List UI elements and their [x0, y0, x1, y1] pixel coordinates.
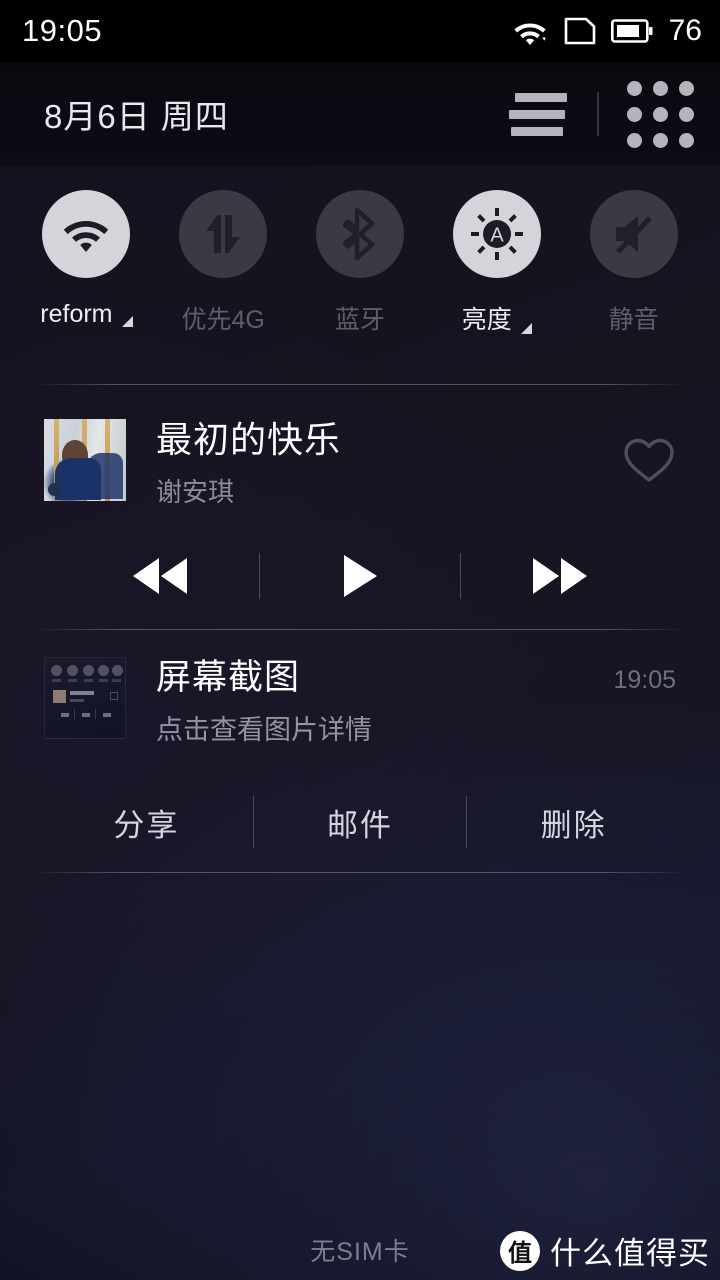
toggle-bluetooth[interactable]: 蓝牙	[300, 190, 420, 336]
status-bar-clock: 19:05	[22, 13, 103, 48]
song-title: 最初的快乐	[156, 419, 342, 460]
status-bar: 19:05 76	[0, 0, 720, 62]
toggle-mobile-data-label: 优先4G	[181, 306, 265, 334]
toggle-bluetooth-label: 蓝牙	[334, 306, 385, 334]
toggle-brightness-label: 亮度	[462, 300, 532, 336]
header-actions	[509, 80, 694, 148]
bluetooth-icon	[315, 190, 404, 278]
mail-action[interactable]: 邮件	[254, 800, 467, 845]
toggle-wifi-label: reform	[40, 300, 133, 329]
song-artist: 谢安琪	[156, 477, 235, 507]
toggle-brightness[interactable]: A 亮度	[437, 190, 557, 336]
previous-button[interactable]	[60, 554, 259, 598]
chevron-expand-icon[interactable]	[520, 323, 532, 334]
battery-icon	[610, 19, 653, 43]
notification-title: 屏幕截图	[156, 658, 301, 697]
status-bar-icons: 76	[511, 14, 702, 48]
toggle-wifi[interactable]: reform	[26, 190, 146, 329]
fast-forward-icon	[533, 558, 588, 594]
share-action[interactable]: 分享	[40, 800, 253, 845]
mute-speaker-icon	[589, 190, 678, 278]
shade-header: 8月6日 周四	[0, 62, 720, 166]
notification-time: 19:05	[613, 666, 676, 694]
watermark-badge: 值	[500, 1230, 540, 1271]
brightness-auto-icon: A	[452, 190, 541, 278]
divider-actions-bottom	[40, 872, 680, 873]
play-icon	[343, 555, 377, 597]
album-art	[44, 419, 126, 501]
quick-settings-toggles: reform 优先4G 蓝牙 A 亮度 静音	[0, 190, 720, 370]
list-lines-icon[interactable]	[509, 91, 569, 137]
notification-actions: 分享 邮件 删除	[0, 780, 720, 864]
screenshot-notification[interactable]: 屏幕截图 点击查看图片详情 19:05	[0, 650, 720, 746]
toggle-mute-label: 静音	[608, 306, 659, 334]
next-button[interactable]	[461, 554, 660, 598]
chevron-expand-icon[interactable]	[121, 316, 133, 327]
battery-percent: 76	[668, 14, 702, 47]
watermark: 值 什么值得买	[500, 1228, 710, 1273]
wifi-icon	[42, 190, 131, 278]
header-divider	[597, 92, 599, 136]
music-text: 最初的快乐 谢安琪	[156, 411, 622, 509]
date-label: 8月6日 周四	[44, 98, 229, 135]
divider-toggles-music	[40, 384, 680, 385]
music-controls	[0, 535, 720, 617]
notification-shade: 19:05 76 8月6日 周四 reform 优先4G 蓝牙 A 亮度 静音 …	[0, 0, 720, 1280]
wifi-download-icon	[514, 23, 546, 45]
divider-music-screenshot	[40, 629, 680, 630]
svg-text:A: A	[490, 225, 504, 247]
data-arrows-icon	[179, 190, 268, 278]
watermark-text: 什么值得买	[550, 1236, 710, 1271]
music-notification[interactable]: 最初的快乐 谢安琪	[0, 405, 720, 515]
play-button[interactable]	[260, 552, 459, 600]
screenshot-text: 屏幕截图 点击查看图片详情	[156, 649, 613, 747]
app-grid-icon[interactable]	[627, 80, 694, 148]
heart-outline-icon[interactable]	[622, 433, 676, 487]
toggle-mobile-data[interactable]: 优先4G	[163, 190, 283, 336]
sim-card-icon	[564, 17, 595, 45]
delete-action[interactable]: 删除	[467, 800, 680, 845]
screenshot-thumbnail	[44, 657, 126, 739]
toggle-mute[interactable]: 静音	[574, 190, 694, 336]
notification-subtitle: 点击查看图片详情	[156, 715, 372, 745]
rewind-icon	[132, 558, 187, 594]
